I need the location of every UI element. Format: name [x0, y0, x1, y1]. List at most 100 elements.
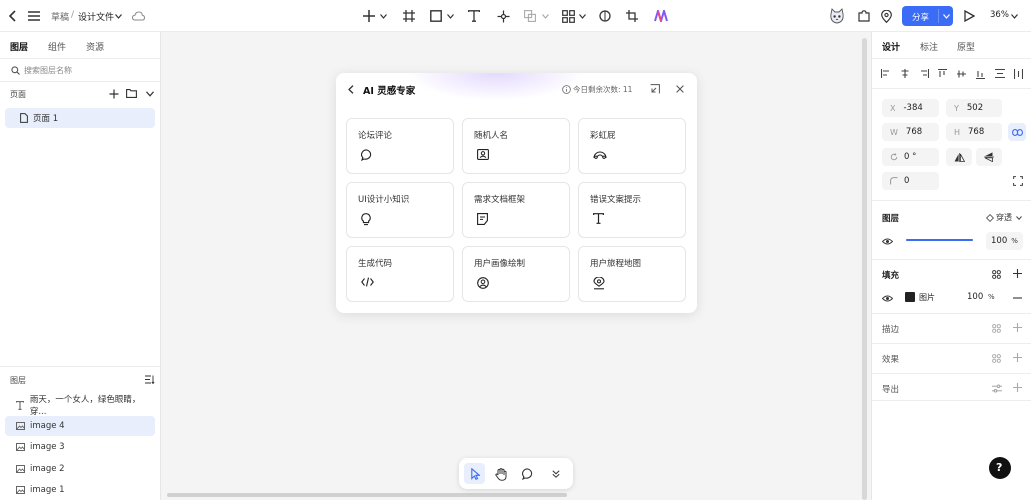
constrain-proportions-button[interactable]: [1008, 123, 1026, 141]
chevron-down-icon[interactable]: [1015, 214, 1023, 222]
styles-grid-icon[interactable]: [991, 269, 1002, 280]
chevron-down-icon[interactable]: [114, 12, 122, 20]
breadcrumb-parent[interactable]: 草稿: [51, 10, 69, 23]
opacity-field[interactable]: 100 %: [986, 232, 1023, 250]
add-icon[interactable]: [362, 9, 376, 23]
chevron-down-icon[interactable]: [145, 89, 155, 99]
back-icon[interactable]: [346, 83, 356, 95]
card-user-persona[interactable]: 用户画像绘制: [462, 246, 570, 302]
crop-icon[interactable]: [625, 9, 639, 23]
chevron-down-icon[interactable]: [578, 12, 586, 20]
play-icon[interactable]: [962, 9, 976, 23]
layer-item[interactable]: 雨天，一个女人，绿色眼睛，穿...: [5, 395, 155, 417]
back-icon[interactable]: [6, 9, 20, 23]
boolean-icon[interactable]: [523, 9, 537, 23]
flip-horizontal-icon[interactable]: [946, 148, 972, 166]
styles-grid-icon[interactable]: [991, 323, 1002, 334]
add-fill-icon[interactable]: [1012, 268, 1023, 279]
align-bottom-icon[interactable]: [975, 68, 986, 79]
card-ui-tips[interactable]: UI设计小知识: [346, 182, 454, 238]
y-field[interactable]: Y 502: [946, 99, 1002, 117]
image-fill-thumbnail[interactable]: [905, 292, 915, 302]
card-user-journey[interactable]: 用户旅程地图: [578, 246, 686, 302]
chevron-down-icon[interactable]: [942, 12, 950, 20]
corner-radius-field[interactable]: 0: [882, 172, 939, 190]
share-divider: [938, 9, 939, 23]
ai-plugin-icon[interactable]: [653, 8, 669, 24]
card-random-name[interactable]: 随机人名: [462, 118, 570, 174]
frame-icon[interactable]: [402, 9, 416, 23]
card-forum-comment[interactable]: 论坛评论: [346, 118, 454, 174]
component-icon[interactable]: [561, 9, 575, 23]
close-icon[interactable]: [674, 83, 685, 94]
card-generate-code[interactable]: 生成代码: [346, 246, 454, 302]
location-pin-icon[interactable]: [879, 9, 893, 23]
vertical-scrollbar[interactable]: [862, 38, 867, 500]
move-tool-button[interactable]: [464, 463, 485, 484]
blend-mode-select[interactable]: 穿透: [996, 212, 1012, 223]
height-field[interactable]: H 768: [946, 123, 1002, 141]
folder-icon[interactable]: [126, 88, 137, 99]
tab-assets[interactable]: 资源: [86, 40, 104, 53]
export-settings-icon[interactable]: [991, 383, 1002, 394]
styles-grid-icon[interactable]: [991, 353, 1002, 364]
align-left-icon[interactable]: [880, 68, 891, 79]
tab-components[interactable]: 组件: [48, 40, 66, 53]
align-center-v-icon[interactable]: [956, 68, 967, 79]
menu-icon[interactable]: [27, 9, 41, 23]
eye-icon[interactable]: [882, 236, 893, 246]
share-button[interactable]: 分享: [902, 6, 953, 26]
sort-icon[interactable]: [144, 374, 155, 385]
minimize-icon[interactable]: [649, 83, 660, 94]
align-top-icon[interactable]: [937, 68, 948, 79]
tab-layers[interactable]: 图层: [10, 40, 28, 53]
add-page-icon[interactable]: [108, 88, 119, 99]
tab-annotate[interactable]: 标注: [920, 40, 938, 53]
comment-icon[interactable]: [521, 467, 535, 481]
add-effect-icon[interactable]: [1012, 352, 1023, 363]
distribute-vertical-icon[interactable]: [994, 68, 1005, 79]
horizontal-scrollbar[interactable]: [167, 493, 567, 497]
circle-icon[interactable]: [598, 9, 612, 23]
layer-item[interactable]: image 3: [5, 437, 155, 457]
add-export-icon[interactable]: [1012, 382, 1023, 393]
hand-icon[interactable]: [494, 467, 508, 481]
chevron-double-down-icon[interactable]: [550, 468, 562, 480]
chevron-down-icon[interactable]: [446, 12, 454, 20]
help-button[interactable]: ?: [989, 457, 1011, 479]
rectangle-icon[interactable]: [429, 9, 443, 23]
opacity-slider[interactable]: [906, 239, 973, 241]
chevron-down-icon[interactable]: [379, 12, 387, 20]
layer-item[interactable]: image 1: [5, 480, 155, 500]
layer-section-title: 图层: [882, 214, 900, 224]
x-field[interactable]: X -384: [882, 99, 939, 117]
tab-design[interactable]: 设计: [882, 40, 900, 53]
avatar[interactable]: [828, 7, 846, 25]
card-compliment[interactable]: 彩虹屁: [578, 118, 686, 174]
align-center-h-icon[interactable]: [899, 68, 910, 79]
search-input[interactable]: 搜索图层名称: [24, 65, 72, 76]
layer-item[interactable]: image 4: [5, 416, 155, 436]
zoom-level[interactable]: 36%: [990, 10, 1009, 20]
file-name[interactable]: 设计文件: [78, 10, 114, 23]
text-tool-icon[interactable]: [467, 9, 481, 23]
eye-icon[interactable]: [882, 293, 893, 303]
distribute-horizontal-icon[interactable]: [1013, 68, 1024, 79]
card-requirement-doc[interactable]: 需求文档框架: [462, 182, 570, 238]
chevron-down-icon[interactable]: [541, 12, 549, 20]
pen-tool-icon[interactable]: [496, 9, 510, 23]
remove-fill-icon[interactable]: [1012, 292, 1023, 303]
flip-vertical-icon[interactable]: [976, 148, 1002, 166]
tab-prototype[interactable]: 原型: [957, 40, 975, 53]
add-stroke-icon[interactable]: [1012, 322, 1023, 333]
page-item[interactable]: 页面 1: [5, 108, 155, 128]
fill-opacity-value[interactable]: 100: [967, 292, 983, 302]
card-error-copy[interactable]: 错误文案提示: [578, 182, 686, 238]
layer-item[interactable]: image 2: [5, 459, 155, 479]
rotation-field[interactable]: 0 °: [882, 148, 939, 166]
width-field[interactable]: W 768: [882, 123, 939, 141]
align-right-icon[interactable]: [918, 68, 929, 79]
independent-corners-icon[interactable]: [1012, 175, 1023, 186]
chevron-down-icon[interactable]: [1010, 12, 1018, 20]
plugin-icon[interactable]: [857, 9, 871, 23]
